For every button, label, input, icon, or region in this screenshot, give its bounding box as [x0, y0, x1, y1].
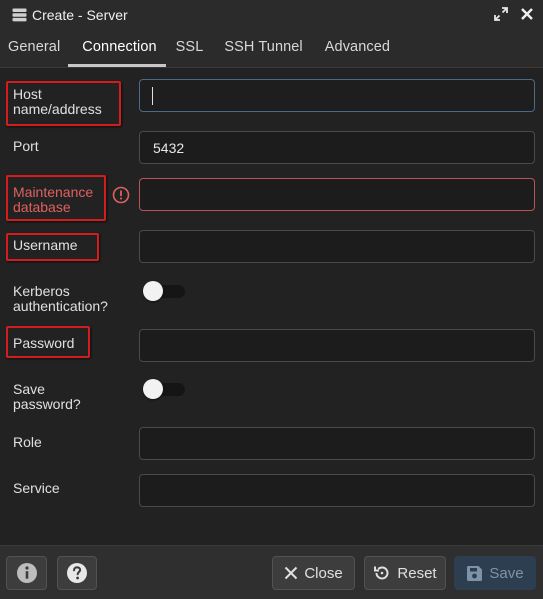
port-input-value: 5432 [153, 139, 185, 156]
username-input[interactable] [139, 230, 535, 263]
save-button[interactable]: Save [454, 556, 536, 590]
host-input[interactable] [139, 79, 535, 112]
save-password-label-line2: password? [13, 396, 81, 412]
tab-ssl[interactable]: SSL [166, 30, 214, 67]
kerberos-toggle[interactable] [143, 281, 185, 301]
save-password-label: Save password? [13, 382, 81, 412]
dialog-footer: Close Reset Save [0, 545, 543, 599]
host-label-line2: name/address [13, 101, 102, 117]
close-button[interactable]: Close [272, 556, 355, 590]
tab-advanced[interactable]: Advanced [314, 30, 401, 67]
close-icon[interactable] [519, 6, 535, 22]
username-label: Username [13, 237, 78, 253]
maintenance-db-label-line1: Maintenance [13, 184, 94, 200]
service-input[interactable] [139, 474, 535, 507]
help-icon [67, 563, 87, 583]
reset-button[interactable]: Reset [364, 556, 446, 590]
kerberos-label: Kerberos authentication? [13, 284, 108, 314]
info-icon [16, 563, 37, 583]
window-title: Create - Server [32, 7, 128, 23]
reset-icon [374, 566, 389, 580]
tab-ssh-tunnel[interactable]: SSH Tunnel [213, 30, 313, 67]
password-input[interactable] [139, 329, 535, 362]
maintenance-db-label: Maintenance database [13, 185, 93, 215]
maintenance-db-input[interactable] [139, 178, 535, 211]
close-button-label: Close [304, 564, 343, 582]
maintenance-db-label-line2: database [13, 199, 71, 215]
tab-general[interactable]: General [0, 30, 68, 67]
kerberos-label-line2: authentication? [13, 298, 108, 314]
expand-icon[interactable] [493, 6, 509, 22]
server-icon [12, 8, 27, 22]
reset-button-label: Reset [397, 564, 437, 582]
close-x-icon [285, 566, 298, 580]
tab-bar: General Connection SSL SSH Tunnel Advanc… [0, 30, 543, 68]
port-input[interactable]: 5432 [139, 131, 535, 164]
role-label: Role [13, 434, 42, 450]
host-label-line1: Host [13, 86, 42, 102]
kerberos-label-line1: Kerberos [13, 283, 70, 299]
save-icon [467, 565, 483, 581]
save-password-label-line1: Save [13, 381, 45, 397]
service-label: Service [13, 480, 60, 496]
port-label: Port [13, 138, 39, 154]
info-button[interactable] [6, 556, 47, 590]
alert-circle-icon [112, 186, 130, 204]
save-password-toggle[interactable] [143, 379, 185, 399]
tab-connection[interactable]: Connection [68, 30, 166, 67]
help-button[interactable] [57, 556, 97, 590]
toggle-knob [143, 281, 163, 301]
role-input[interactable] [139, 427, 535, 460]
save-button-label: Save [489, 564, 524, 582]
host-label: Host name/address [13, 87, 102, 117]
window-titlebar: Create - Server [0, 0, 543, 30]
toggle-knob [143, 379, 163, 399]
text-caret [152, 86, 153, 105]
password-label: Password [13, 335, 75, 351]
